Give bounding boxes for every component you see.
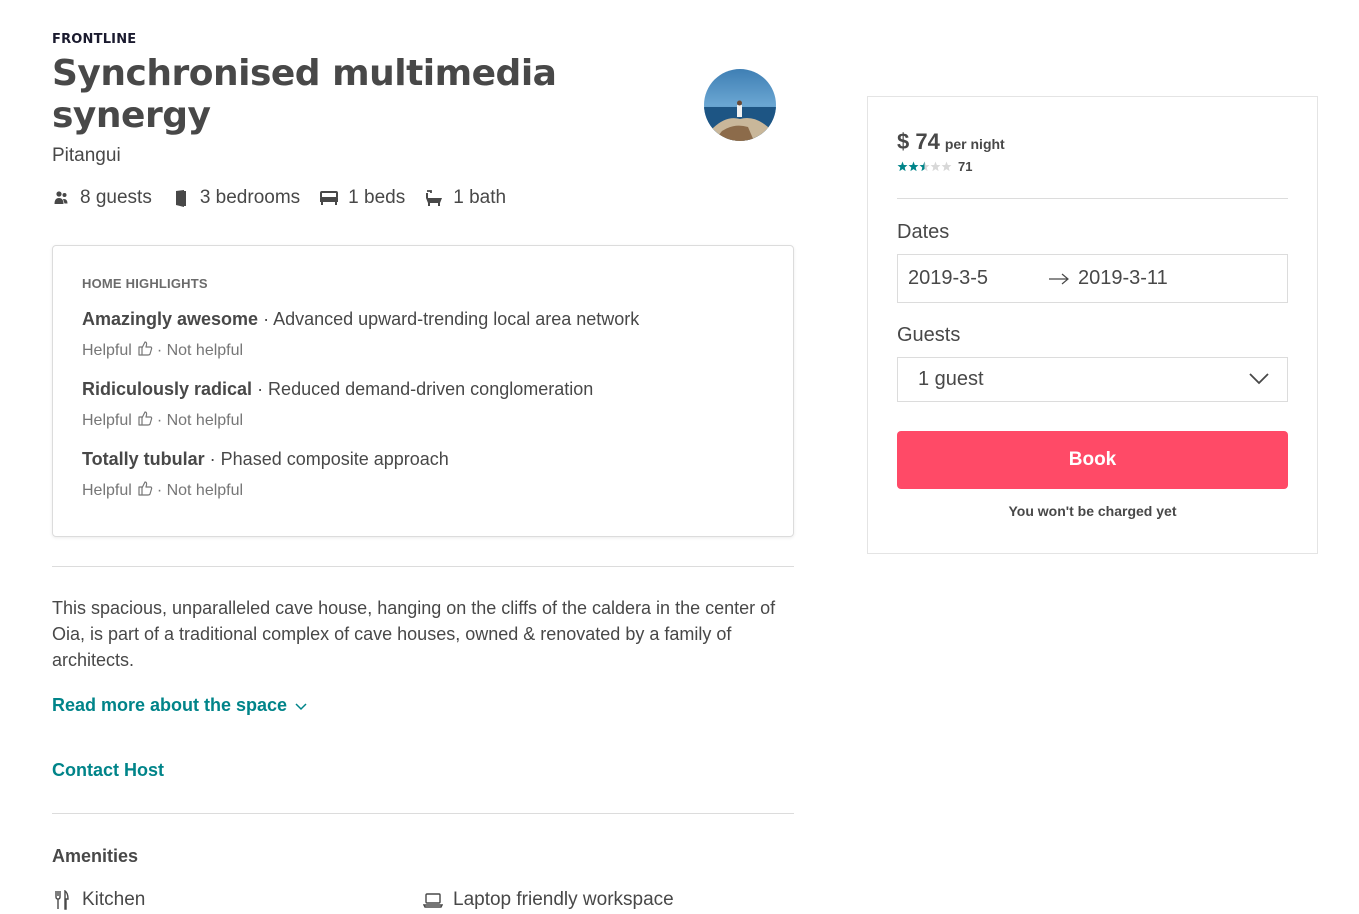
- star-icon: [941, 161, 952, 172]
- page-title: Synchronised multimedia synergy: [52, 53, 557, 136]
- highlight-text: · Reduced demand-driven conglomeration: [252, 379, 594, 399]
- highlights-heading: HOME HIGHLIGHTS: [82, 276, 208, 291]
- fact-guests: 8 guests: [52, 187, 152, 209]
- door-icon: [172, 189, 190, 207]
- fact-bath: 1 bath: [425, 187, 506, 209]
- arrow-right-icon: [1048, 273, 1070, 285]
- book-button[interactable]: Book: [897, 431, 1288, 489]
- amenity-label: Kitchen: [82, 889, 146, 910]
- fact-bath-label: 1 bath: [453, 187, 507, 208]
- highlight-name: Amazingly awesome: [82, 309, 259, 329]
- highlight-name: Totally tubular: [82, 449, 205, 469]
- thumbs-up-icon[interactable]: [137, 340, 153, 361]
- nightly-price: $ 74: [897, 129, 940, 154]
- highlight-votes: Helpful · Not helpful: [82, 340, 764, 361]
- highlight-item: Amazingly awesome · Advanced upward-tren…: [82, 309, 764, 361]
- amenities-list: Kitchen Laptop friendly workspace: [52, 889, 794, 911]
- dates-label: Dates: [897, 221, 950, 243]
- thumbs-up-icon[interactable]: [137, 480, 153, 501]
- chevron-down-icon: [295, 695, 307, 716]
- bath-icon: [425, 189, 443, 207]
- avatar-image: [704, 69, 776, 141]
- brand-label: FRONTLINE: [52, 32, 137, 47]
- star-icon: [908, 161, 919, 172]
- home-highlights: HOME HIGHLIGHTS Amazingly awesome · Adva…: [52, 245, 794, 537]
- guests-value: 1 guest: [918, 368, 984, 390]
- star-icon: [897, 161, 908, 172]
- no-charge-note: You won't be charged yet: [1008, 503, 1177, 519]
- booking-card: $ 74 per night 71 Dates 2019-3-5 2019-3-…: [867, 96, 1318, 554]
- read-more-link[interactable]: Read more about the space: [52, 695, 794, 716]
- amenity-item: Kitchen: [52, 889, 423, 911]
- star-icon: [930, 161, 941, 172]
- highlight-text: · Advanced upward-trending local area ne…: [258, 309, 640, 329]
- not-helpful-link[interactable]: · Not helpful: [157, 342, 243, 360]
- fact-bedrooms-label: 3 bedrooms: [199, 187, 301, 208]
- helpful-link[interactable]: Helpful: [82, 412, 132, 430]
- listing-facts: 8 guests 3 bedrooms 1 beds 1 bath: [52, 187, 794, 209]
- read-more-label: Read more about the space: [52, 695, 288, 715]
- check-in-date[interactable]: 2019-3-5: [908, 267, 1048, 290]
- section-divider: [52, 813, 794, 814]
- rating: 71: [897, 159, 1288, 174]
- highlight-item: Ridiculously radical · Reduced demand-dr…: [82, 379, 764, 431]
- section-divider: [52, 566, 794, 567]
- laptop-icon: [423, 892, 443, 908]
- amenities-title: Amenities: [52, 846, 139, 866]
- card-divider: [897, 198, 1288, 199]
- host-avatar[interactable]: [704, 69, 776, 141]
- fact-beds: 1 beds: [320, 187, 405, 209]
- listing-description: This spacious, unparalleled cave house, …: [52, 598, 776, 670]
- highlight-votes: Helpful · Not helpful: [82, 410, 764, 431]
- star-icon: [919, 161, 930, 172]
- bed-icon: [320, 189, 339, 207]
- star-rating: [897, 161, 952, 172]
- kitchen-icon: [52, 890, 72, 910]
- helpful-link[interactable]: Helpful: [82, 482, 132, 500]
- listing-details: FRONTLINE Synchronised multimedia synerg…: [52, 32, 794, 911]
- guests-select[interactable]: 1 guest: [897, 357, 1288, 402]
- guests-icon: [52, 189, 70, 207]
- price-row: $ 74 per night: [897, 129, 1288, 155]
- contact-host-link[interactable]: Contact Host: [52, 760, 794, 781]
- location-label: Pitangui: [52, 145, 121, 166]
- fact-guests-label: 8 guests: [80, 187, 152, 208]
- amenity-label: Laptop friendly workspace: [453, 889, 674, 910]
- thumbs-up-icon[interactable]: [137, 410, 153, 431]
- highlight-name: Ridiculously radical: [82, 379, 253, 399]
- highlight-text: · Phased composite approach: [204, 449, 449, 469]
- amenity-item: Laptop friendly workspace: [423, 889, 794, 911]
- date-range-picker[interactable]: 2019-3-5 2019-3-11: [897, 254, 1288, 303]
- per-night-label: per night: [944, 136, 1005, 152]
- not-helpful-link[interactable]: · Not helpful: [157, 412, 243, 430]
- highlight-item: Totally tubular · Phased composite appro…: [82, 449, 764, 501]
- check-out-date[interactable]: 2019-3-11: [1078, 267, 1168, 290]
- fact-bedrooms: 3 bedrooms: [172, 187, 300, 209]
- not-helpful-link[interactable]: · Not helpful: [157, 482, 243, 500]
- fact-beds-label: 1 beds: [348, 187, 406, 208]
- chevron-down-icon: [1249, 368, 1269, 391]
- review-count[interactable]: 71: [958, 159, 972, 174]
- helpful-link[interactable]: Helpful: [82, 342, 132, 360]
- guests-label: Guests: [897, 324, 961, 346]
- highlight-votes: Helpful · Not helpful: [82, 480, 764, 501]
